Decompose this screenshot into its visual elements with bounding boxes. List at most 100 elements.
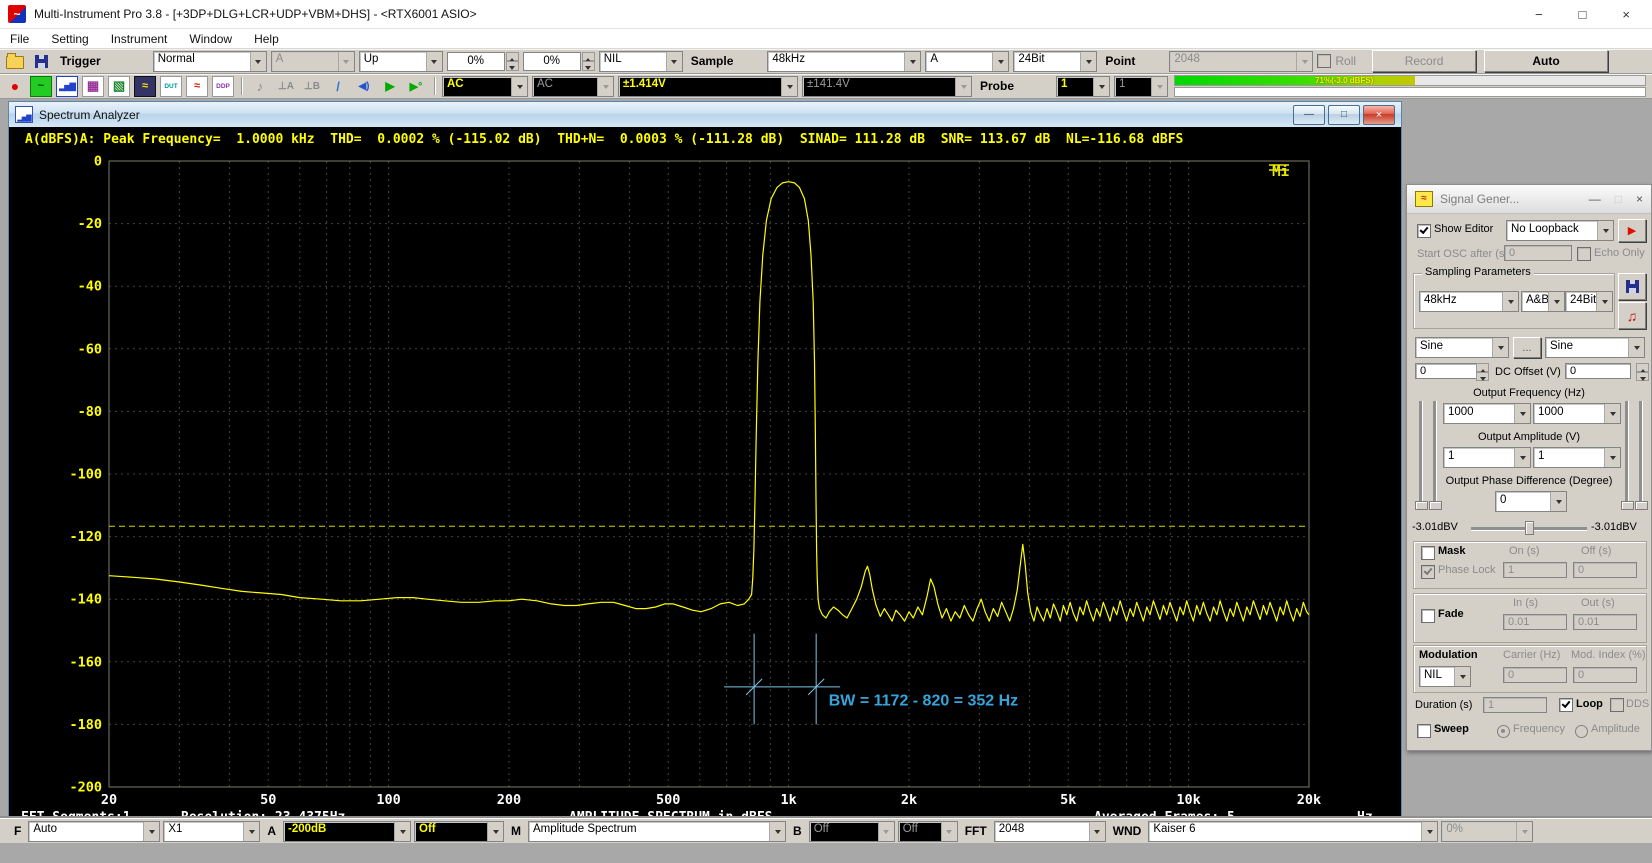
- open-file-icon[interactable]: [4, 51, 26, 72]
- mask-on-input[interactable]: 1: [1503, 562, 1567, 578]
- minimize-button[interactable]: —: [1589, 192, 1601, 206]
- frequency-b-select[interactable]: 1000: [1533, 403, 1621, 424]
- run-icon[interactable]: ▶: [379, 76, 401, 97]
- trigger-edge-select[interactable]: Up: [359, 51, 443, 72]
- chevron-down-icon[interactable]: [992, 52, 1008, 71]
- range-b-select[interactable]: ±141.4V: [802, 76, 972, 97]
- chevron-down-icon[interactable]: [250, 52, 266, 71]
- loop-checkbox[interactable]: [1559, 698, 1573, 712]
- generator-bits-select[interactable]: 24Bit: [1565, 291, 1613, 312]
- menu-setting[interactable]: Setting: [51, 32, 88, 46]
- b-reference-select[interactable]: Off: [898, 821, 958, 842]
- spin-up-icon[interactable]: [1476, 363, 1489, 372]
- hpf-select[interactable]: NIL: [599, 51, 683, 72]
- chevron-down-icon[interactable]: [904, 52, 920, 71]
- spectrum-3d-plot-icon[interactable]: ▧: [108, 76, 130, 97]
- carrier-input[interactable]: 0: [1503, 667, 1567, 683]
- sweep-checkbox[interactable]: [1417, 724, 1431, 738]
- multimeter-icon[interactable]: ▦: [82, 76, 104, 97]
- dc-offset-b-stepper[interactable]: [1636, 363, 1649, 381]
- phase-lock-checkbox[interactable]: [1421, 565, 1435, 579]
- display-mode-select[interactable]: Amplitude Spectrum: [528, 821, 786, 842]
- chevron-down-icon[interactable]: [955, 77, 971, 96]
- menu-window[interactable]: Window: [189, 32, 232, 46]
- mod-index-input[interactable]: 0: [1573, 667, 1637, 683]
- balance-slider-handle[interactable]: [1525, 521, 1534, 535]
- sweep-frequency-radio[interactable]: [1497, 725, 1510, 738]
- sample-rate-select[interactable]: 48kHz: [767, 51, 921, 72]
- dc-offset-a-stepper[interactable]: [1476, 363, 1489, 381]
- minimize-button[interactable]: —: [1293, 105, 1325, 125]
- coupling-a-select[interactable]: AC: [442, 76, 528, 97]
- spin-down-icon[interactable]: [1476, 372, 1489, 381]
- chevron-down-icon[interactable]: [666, 52, 682, 71]
- menu-instrument[interactable]: Instrument: [111, 32, 168, 46]
- chevron-down-icon[interactable]: [487, 822, 503, 841]
- signal-generator-titlebar[interactable]: ≈ Signal Gener... — □ ×: [1407, 185, 1651, 214]
- more-options-button[interactable]: ...: [1513, 337, 1541, 358]
- chevron-down-icon[interactable]: [769, 822, 785, 841]
- probe-b-select[interactable]: 1: [1114, 76, 1168, 97]
- chevron-down-icon[interactable]: [1502, 292, 1518, 311]
- echo-only-checkbox[interactable]: [1577, 247, 1591, 261]
- amplitude-b-select[interactable]: 1: [1533, 447, 1621, 468]
- mic-calibration-icon[interactable]: ♪: [249, 76, 271, 97]
- probe-calibration-icon[interactable]: /: [327, 76, 349, 97]
- signal-generator-icon[interactable]: ≈: [134, 76, 156, 97]
- slider-handle[interactable]: [1429, 501, 1442, 510]
- show-editor-checkbox[interactable]: [1417, 224, 1431, 238]
- chevron-down-icon[interactable]: [338, 52, 354, 71]
- modulation-select[interactable]: NIL: [1419, 666, 1471, 687]
- slider-handle[interactable]: [1621, 501, 1634, 510]
- trigger-level-stepper[interactable]: 0%: [447, 52, 519, 71]
- frequency-a-select[interactable]: 1000: [1443, 403, 1531, 424]
- music-note-button[interactable]: ♫: [1618, 302, 1646, 329]
- chevron-down-icon[interactable]: [511, 77, 527, 96]
- run-loop-icon[interactable]: ▶°: [405, 76, 427, 97]
- device-test-plan-icon[interactable]: DUT: [160, 76, 182, 97]
- b-range-select[interactable]: Off: [809, 821, 895, 842]
- oscilloscope-icon[interactable]: ~: [30, 76, 52, 97]
- minimize-button[interactable]: −: [1535, 7, 1543, 22]
- chevron-down-icon[interactable]: [1548, 292, 1564, 311]
- chevron-down-icon[interactable]: [1093, 77, 1109, 96]
- chevron-down-icon[interactable]: [1596, 292, 1612, 311]
- amplitude-a-select[interactable]: 1: [1443, 447, 1531, 468]
- chevron-down-icon[interactable]: [878, 822, 894, 841]
- chevron-down-icon[interactable]: [1628, 338, 1644, 357]
- amplitude-slider-b-outer[interactable]: [1639, 401, 1642, 509]
- save-signal-button[interactable]: [1618, 273, 1646, 300]
- chevron-down-icon[interactable]: [243, 822, 259, 841]
- chevron-down-icon[interactable]: [1604, 404, 1620, 423]
- dc-offset-a-input[interactable]: 0: [1415, 363, 1479, 379]
- a-reference-select[interactable]: Off: [414, 821, 504, 842]
- spin-down-icon[interactable]: [506, 61, 519, 71]
- slider-handle[interactable]: [1635, 501, 1648, 510]
- chevron-down-icon[interactable]: [1151, 77, 1167, 96]
- start-generator-button[interactable]: ▶: [1618, 219, 1646, 242]
- fft-size-select[interactable]: 2048: [994, 821, 1106, 842]
- offset-a-icon[interactable]: ⊥A: [275, 76, 297, 97]
- probe-a-select[interactable]: 1: [1056, 76, 1110, 97]
- waveform-b-select[interactable]: Sine: [1545, 337, 1645, 358]
- fade-in-input[interactable]: 0.01: [1503, 614, 1567, 630]
- spin-up-icon[interactable]: [1636, 363, 1649, 372]
- chevron-down-icon[interactable]: [426, 52, 442, 71]
- dds-checkbox[interactable]: [1610, 698, 1624, 712]
- bit-depth-select[interactable]: 24Bit: [1013, 51, 1097, 72]
- slider-handle[interactable]: [1415, 501, 1428, 510]
- spin-down-icon[interactable]: [582, 61, 595, 71]
- a-range-select[interactable]: -200dB: [283, 821, 411, 842]
- spin-up-icon[interactable]: [506, 52, 519, 62]
- amplitude-slider-b-inner[interactable]: [1625, 401, 1628, 509]
- overlap-select[interactable]: 0%: [1441, 821, 1533, 842]
- coupling-b-select[interactable]: AC: [532, 76, 614, 97]
- menu-file[interactable]: File: [10, 32, 29, 46]
- trigger-mode-select[interactable]: Normal: [153, 51, 267, 72]
- chevron-down-icon[interactable]: [1080, 52, 1096, 71]
- chevron-down-icon[interactable]: [1597, 221, 1613, 240]
- roll-checkbox[interactable]: [1317, 54, 1331, 68]
- duration-input[interactable]: 1: [1483, 697, 1547, 713]
- offset-b-icon[interactable]: ⊥B: [301, 76, 323, 97]
- spectrum-analyzer-titlebar[interactable]: ▂▅▇ Spectrum Analyzer — □ ×: [9, 102, 1401, 127]
